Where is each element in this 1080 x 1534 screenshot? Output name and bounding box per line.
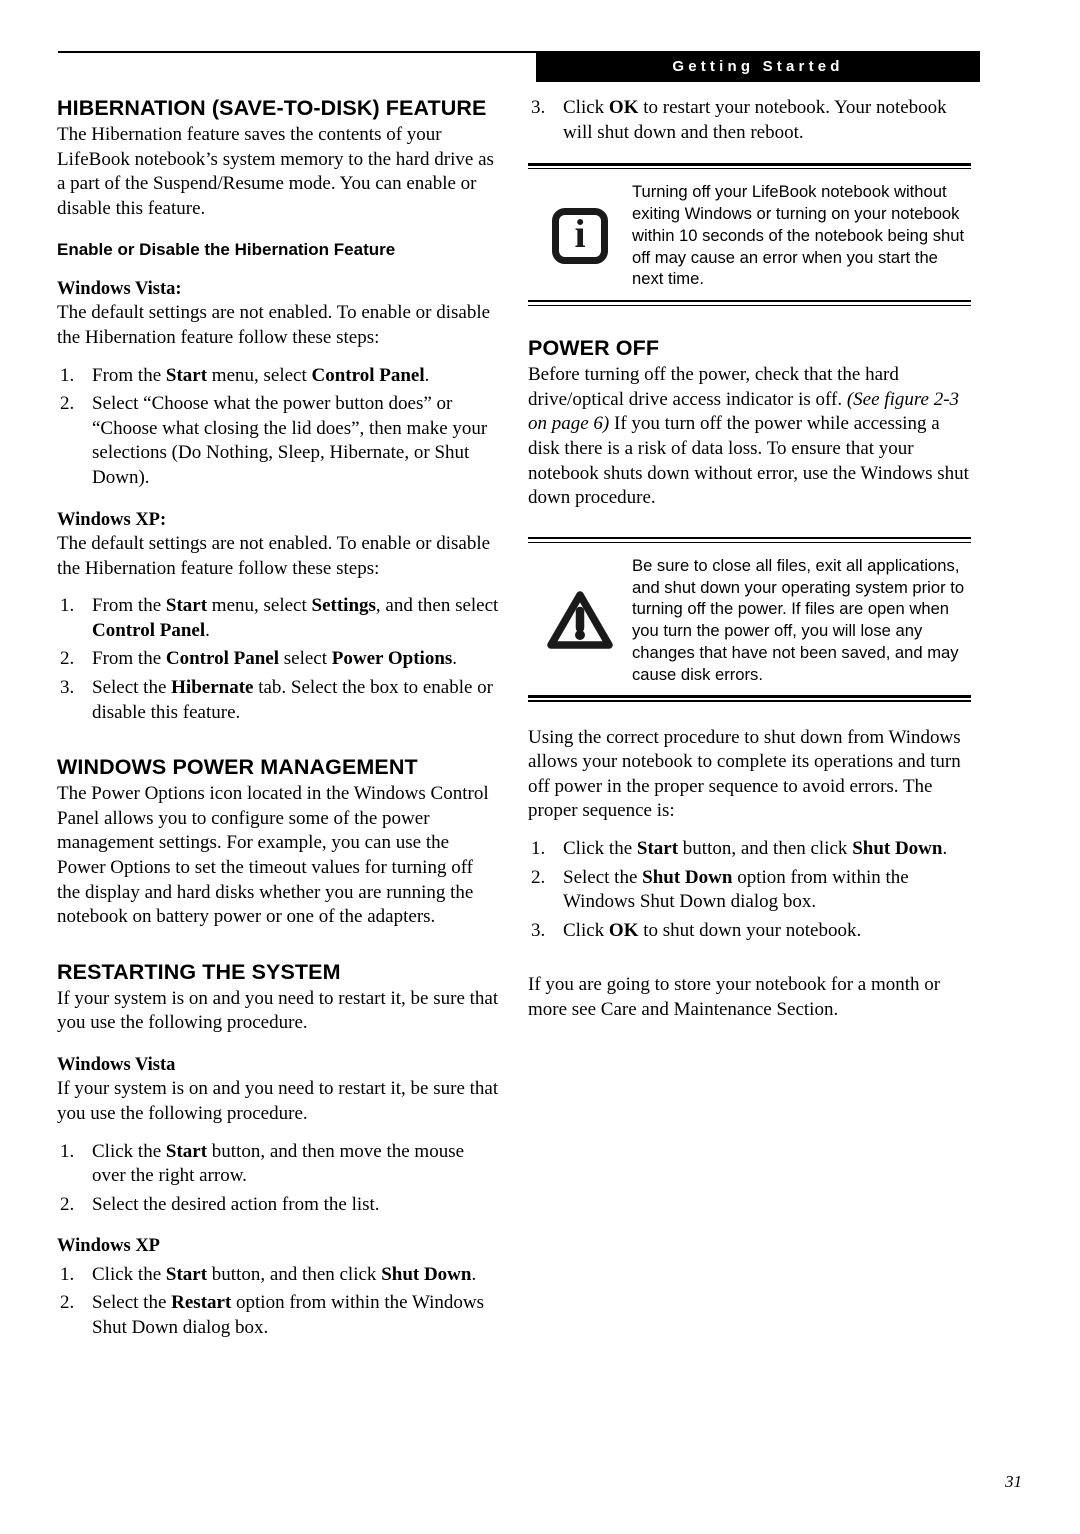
step-text: From the Start menu, select Control Pane… [92, 364, 430, 386]
caution-note-box: Be sure to close all files, exit all app… [528, 536, 971, 702]
info-note-box: i Turning off your LifeBook notebook wit… [528, 163, 971, 307]
info-note-text: Turning off your LifeBook notebook witho… [632, 182, 965, 289]
step-text: Click the Start button, and then click S… [563, 837, 948, 859]
section-windows-power-management: WINDOWS POWER MANAGEMENT The Power Optio… [57, 755, 500, 930]
step-text: Click OK to restart your notebook. Your … [563, 97, 947, 143]
xp-hibernation-intro: The default settings are not enabled. To… [57, 532, 491, 579]
step-number: 2. [60, 1292, 75, 1314]
note-bottom-rule [528, 299, 971, 307]
list-item: 3. Click OK to shut down your notebook. [528, 919, 971, 944]
document-page: Getting Started HIBERNATION (SAVE-TO-DIS… [0, 0, 1080, 1534]
label-windows-xp-restart: Windows XP [57, 1236, 160, 1257]
vista-restart-intro: If your system is on and you need to res… [57, 1078, 499, 1125]
step-number: 2. [60, 648, 75, 670]
list-xp-restart-steps: 1. Click the Start button, and then clic… [57, 1263, 500, 1341]
label-windows-vista-restart: Windows Vista [57, 1055, 176, 1076]
step-number: 1. [60, 1263, 75, 1285]
section-restarting-the-system: RESTARTING THE SYSTEM If your system is … [57, 960, 500, 1341]
power-off-body: Before turning off the power, check that… [528, 364, 969, 509]
list-item: 1. From the Start menu, select Settings,… [57, 594, 500, 643]
step-text: Select the desired action from the list. [92, 1193, 380, 1215]
list-item: 2. Select the desired action from the li… [57, 1193, 500, 1218]
step-number: 1. [60, 364, 75, 386]
step-text: From the Control Panel select Power Opti… [92, 648, 458, 670]
step-text: Click OK to shut down your notebook. [563, 919, 862, 941]
list-item: 2. Select the Shut Down option from with… [528, 866, 971, 915]
step-number: 3. [531, 97, 546, 118]
list-item: 3. Select the Hibernate tab. Select the … [57, 676, 500, 725]
note-top-rule [528, 163, 971, 170]
heading-hibernation: HIBERNATION (SAVE-TO-DISK) FEATURE [57, 96, 487, 120]
warning-triangle-icon [528, 590, 632, 650]
section-hibernation: HIBERNATION (SAVE-TO-DISK) FEATURE The H… [57, 96, 500, 725]
left-column: HIBERNATION (SAVE-TO-DISK) FEATURE The H… [57, 96, 500, 1341]
list-shutdown-steps: 1. Click the Start button, and then clic… [528, 837, 971, 943]
label-windows-vista-hibernation: Windows Vista: [57, 279, 182, 299]
list-item: 1. Click the Start button, and then move… [57, 1140, 500, 1189]
step-number: 1. [60, 1140, 75, 1162]
page-number: 31 [1005, 1472, 1022, 1491]
power-management-body: The Power Options icon located in the Wi… [57, 783, 489, 928]
list-item: 1. From the Start menu, select Control P… [57, 364, 500, 389]
heading-windows-power-management: WINDOWS POWER MANAGEMENT [57, 755, 418, 780]
step-number: 3. [531, 919, 546, 941]
note-bottom-rule [528, 695, 971, 702]
note-top-rule [528, 536, 971, 544]
list-item: 3. Click OK to restart your notebook. Yo… [528, 96, 971, 145]
list-vista-hibernation-steps: 1. From the Start menu, select Control P… [57, 364, 500, 491]
list-item: 1. Click the Start button, and then clic… [57, 1263, 500, 1288]
step-number: 1. [531, 837, 546, 859]
step-number: 1. [60, 595, 75, 617]
step-number: 2. [60, 1193, 75, 1215]
heading-restarting-the-system: RESTARTING THE SYSTEM [57, 959, 341, 984]
list-item: 2. Select “Choose what the power button … [57, 392, 500, 490]
info-icon: i [528, 207, 632, 264]
section-power-off: POWER OFF Before turning off the power, … [528, 336, 971, 511]
running-head: Getting Started [0, 0, 1080, 92]
right-column: 3. Click OK to restart your notebook. Yo… [528, 96, 971, 1023]
hibernation-intro: The Hibernation feature saves the conten… [57, 124, 494, 219]
step-text: Click the Start button, and then move th… [92, 1140, 465, 1187]
step-text: From the Start menu, select Settings, an… [92, 595, 499, 641]
vista-hibernation-intro: The default settings are not enabled. To… [57, 302, 491, 348]
step-number: 3. [60, 676, 75, 698]
heading-power-off: POWER OFF [528, 336, 660, 361]
step-text: Select the Hibernate tab. Select the box… [92, 676, 494, 723]
label-windows-xp-hibernation: Windows XP: [57, 509, 167, 530]
list-item: 2. Select the Restart option from within… [57, 1291, 500, 1340]
step-number: 2. [531, 866, 546, 888]
list-vista-restart-steps: 1. Click the Start button, and then move… [57, 1140, 500, 1218]
list-item: 1. Click the Start button, and then clic… [528, 837, 971, 862]
step-text: Select “Choose what the power button doe… [92, 393, 488, 488]
section-shutdown-procedure: Using the correct procedure to shut down… [528, 726, 971, 1023]
shutdown-closing: If you are going to store your notebook … [528, 974, 941, 1020]
subheading-enable-disable-hibernation: Enable or Disable the Hibernation Featur… [57, 240, 396, 260]
list-item: 2. From the Control Panel select Power O… [57, 647, 500, 672]
caution-note-text: Be sure to close all files, exit all app… [632, 555, 965, 684]
header-rule [58, 51, 538, 53]
list-restart-continued-steps: 3. Click OK to restart your notebook. Yo… [528, 96, 971, 145]
step-text: Select the Restart option from within th… [92, 1292, 485, 1338]
step-text: Select the Shut Down option from within … [563, 866, 909, 913]
restarting-intro: If your system is on and you need to res… [57, 987, 499, 1034]
chapter-banner: Getting Started [536, 51, 980, 82]
step-number: 2. [60, 393, 75, 415]
shutdown-intro: Using the correct procedure to shut down… [528, 726, 961, 822]
list-xp-hibernation-steps: 1. From the Start menu, select Settings,… [57, 594, 500, 725]
step-text: Click the Start button, and then click S… [92, 1263, 477, 1285]
